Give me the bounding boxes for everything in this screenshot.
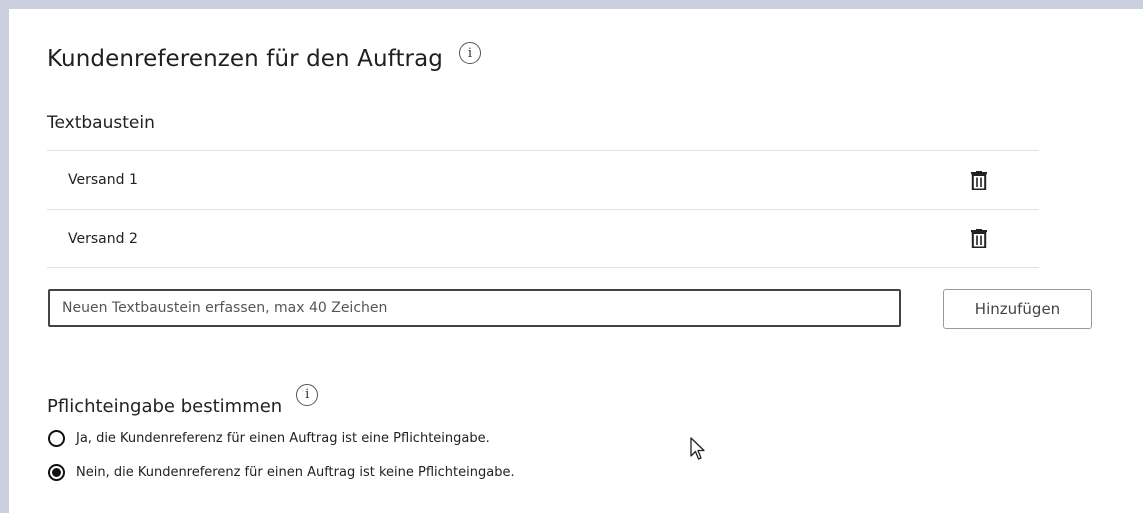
customer-reference-panel: Kundenreferenzen für den Auftrag i Textb… xyxy=(9,9,1143,513)
pflicht-row: Pflichteingabe bestimmen i xyxy=(47,378,319,417)
trash-icon[interactable] xyxy=(970,229,988,249)
radio-option-no[interactable]: Nein, die Kundenreferenz für einen Auftr… xyxy=(48,464,515,481)
title-row: Kundenreferenzen für den Auftrag i xyxy=(47,42,482,72)
list-item: Versand 2 xyxy=(47,209,1039,268)
radio-label: Nein, die Kundenreferenz für einen Auftr… xyxy=(76,465,515,480)
radio-option-yes[interactable]: Ja, die Kundenreferenz für einen Auftrag… xyxy=(48,430,490,447)
list-item-label: Versand 2 xyxy=(68,230,138,247)
info-icon[interactable]: i xyxy=(459,42,482,64)
mouse-pointer-icon xyxy=(690,437,706,465)
add-button[interactable]: Hinzufügen xyxy=(943,289,1092,329)
textbaustein-list: Versand 1 Versand 2 xyxy=(47,150,1039,268)
list-item: Versand 1 xyxy=(47,150,1039,209)
section-title: Kundenreferenzen für den Auftrag xyxy=(47,46,444,72)
radio-button-checked[interactable] xyxy=(48,464,65,481)
new-textbaustein-input[interactable] xyxy=(48,289,901,327)
radio-label: Ja, die Kundenreferenz für einen Auftrag… xyxy=(76,431,490,446)
info-icon[interactable]: i xyxy=(296,383,319,406)
radio-button-unchecked[interactable] xyxy=(48,430,65,447)
textbaustein-label: Textbaustein xyxy=(47,113,155,133)
radio-dot xyxy=(52,468,61,477)
pflicht-label: Pflichteingabe bestimmen xyxy=(47,396,283,417)
trash-icon[interactable] xyxy=(970,170,988,190)
list-item-label: Versand 1 xyxy=(68,172,138,188)
